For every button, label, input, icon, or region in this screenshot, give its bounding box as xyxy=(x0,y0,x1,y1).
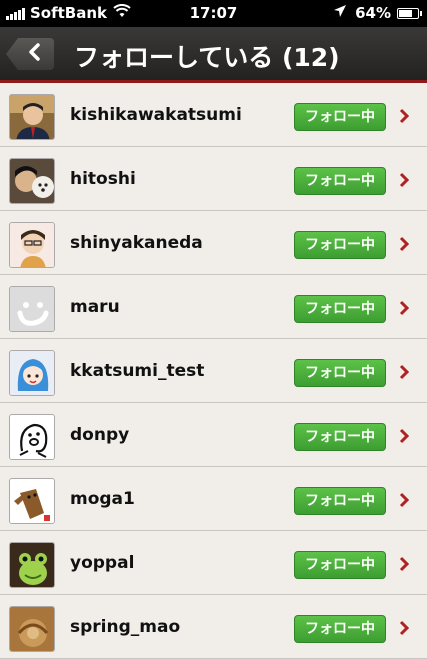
chevron-right-icon[interactable] xyxy=(398,492,410,512)
list-item[interactable]: yoppal フォロー中 xyxy=(0,531,427,595)
chevron-right-icon[interactable] xyxy=(398,556,410,576)
username: kkatsumi_test xyxy=(70,361,205,381)
chevron-right-icon[interactable] xyxy=(398,620,410,640)
list-item[interactable]: kishikawakatsumi フォロー中 xyxy=(0,83,427,147)
back-button[interactable] xyxy=(6,38,54,70)
following-button[interactable]: フォロー中 xyxy=(294,103,386,131)
chevron-right-icon[interactable] xyxy=(398,108,410,128)
battery-percent: 64% xyxy=(355,4,391,22)
username: spring_mao xyxy=(70,617,181,637)
navigation-bar: フォローしている (12) xyxy=(0,27,427,83)
following-button[interactable]: フォロー中 xyxy=(294,615,386,643)
username: yoppal xyxy=(70,553,135,573)
following-button[interactable]: フォロー中 xyxy=(294,231,386,259)
avatar xyxy=(9,94,55,140)
following-button[interactable]: フォロー中 xyxy=(294,295,386,323)
following-button[interactable]: フォロー中 xyxy=(294,167,386,195)
following-button[interactable]: フォロー中 xyxy=(294,359,386,387)
following-button[interactable]: フォロー中 xyxy=(294,487,386,515)
username: shinyakaneda xyxy=(70,233,203,253)
chevron-right-icon[interactable] xyxy=(398,172,410,192)
battery-icon xyxy=(397,7,422,19)
username: moga1 xyxy=(70,489,135,509)
avatar xyxy=(9,222,55,268)
location-arrow-icon xyxy=(333,4,347,22)
list-item[interactable]: shinyakaneda フォロー中 xyxy=(0,211,427,275)
list-item[interactable]: moga1 フォロー中 xyxy=(0,467,427,531)
chevron-left-icon xyxy=(19,43,41,65)
avatar xyxy=(9,414,55,460)
username: maru xyxy=(70,297,120,317)
following-list: kishikawakatsumi フォロー中 hitoshi フォロー中 shi… xyxy=(0,83,427,659)
status-bar: SoftBank 17:07 64% xyxy=(0,0,427,27)
chevron-right-icon[interactable] xyxy=(398,236,410,256)
username: donpy xyxy=(70,425,130,445)
list-item[interactable]: spring_mao フォロー中 xyxy=(0,595,427,659)
avatar xyxy=(9,542,55,588)
chevron-right-icon[interactable] xyxy=(398,300,410,320)
avatar xyxy=(9,350,55,396)
following-button[interactable]: フォロー中 xyxy=(294,551,386,579)
list-item[interactable]: donpy フォロー中 xyxy=(0,403,427,467)
username: kishikawakatsumi xyxy=(70,105,242,125)
avatar xyxy=(9,606,55,652)
chevron-right-icon[interactable] xyxy=(398,428,410,448)
list-item[interactable]: kkatsumi_test フォロー中 xyxy=(0,339,427,403)
list-item[interactable]: maru フォロー中 xyxy=(0,275,427,339)
page-title: フォローしている (12) xyxy=(74,43,340,72)
avatar xyxy=(9,158,55,204)
list-item[interactable]: hitoshi フォロー中 xyxy=(0,147,427,211)
avatar xyxy=(9,478,55,524)
username: hitoshi xyxy=(70,169,136,189)
chevron-right-icon[interactable] xyxy=(398,364,410,384)
avatar xyxy=(9,286,55,332)
following-button[interactable]: フォロー中 xyxy=(294,423,386,451)
